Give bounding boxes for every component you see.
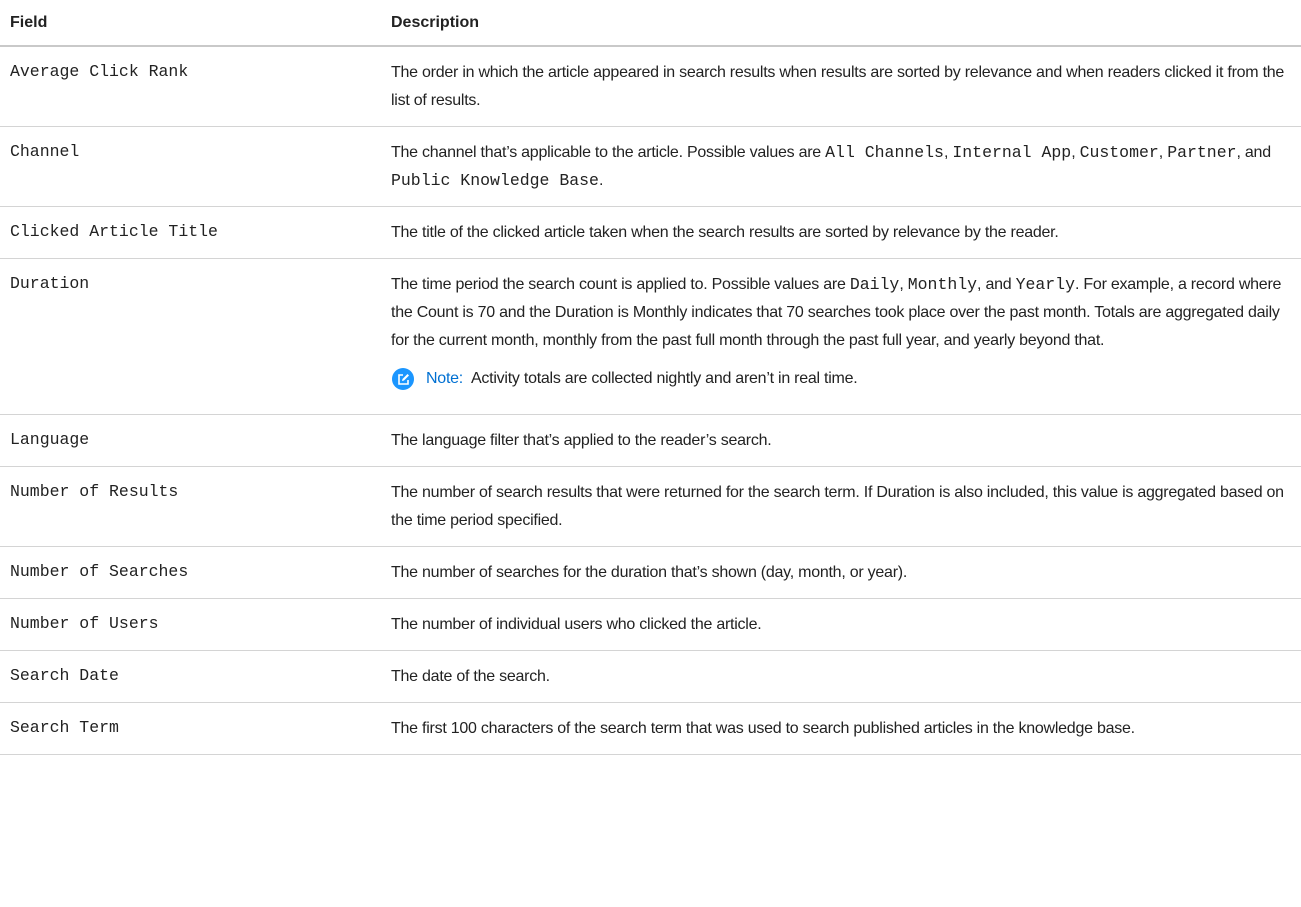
text-segment: , (899, 276, 908, 293)
edit-note-icon (392, 368, 414, 390)
note-label: Note: (426, 370, 463, 387)
code-value: Yearly (1015, 275, 1075, 294)
text-segment: The number of individual users who click… (391, 616, 762, 633)
text-segment: The language filter that’s applied to th… (391, 432, 772, 449)
description-text: The channel that’s applicable to the art… (391, 139, 1293, 195)
field-name-cell: Language (0, 414, 383, 467)
text-segment: The first 100 characters of the search t… (391, 720, 1135, 737)
field-name-cell: Search Date (0, 650, 383, 703)
table-row: Channel The channel that’s applicable to … (0, 126, 1301, 207)
text-segment: The time period the search count is appl… (391, 276, 850, 293)
text-segment: , and (1236, 144, 1272, 161)
field-name-cell: Search Term (0, 702, 383, 755)
text-segment: , (1158, 144, 1168, 161)
table-row: Duration The time period the search count… (0, 258, 1301, 415)
table-row: Search Term The first 100 characters of t… (0, 702, 1301, 755)
description-text: The language filter that’s applied to th… (391, 427, 1293, 455)
field-name-cell: Number of Searches (0, 546, 383, 599)
table-header-row: Field Description (0, 0, 1301, 47)
text-segment: , (1071, 144, 1080, 161)
text-segment: The number of search results that were r… (391, 484, 1284, 529)
table-row: Clicked Article Title The title of the cl… (0, 206, 1301, 259)
field-description-cell: The date of the search. (383, 650, 1301, 703)
description-text: The order in which the article appeared … (391, 59, 1293, 115)
code-value: Partner (1167, 143, 1237, 162)
text-segment: The number of searches for the duration … (391, 564, 908, 581)
field-column-header: Field (0, 0, 383, 47)
text-segment: , and (977, 276, 1016, 293)
field-description-cell: The order in which the article appeared … (383, 46, 1301, 127)
code-value: Public Knowledge Base (391, 171, 599, 190)
table-row: Search Date The date of the search. (0, 650, 1301, 703)
note-text: Activity totals are collected nightly an… (471, 370, 858, 387)
description-text: The date of the search. (391, 663, 1293, 691)
description-text: The number of searches for the duration … (391, 559, 1293, 587)
description-text: The number of search results that were r… (391, 479, 1293, 535)
text-segment: The order in which the article appeared … (391, 64, 1285, 109)
text-segment: . (598, 172, 604, 189)
table-row: Number of Results The number of search re… (0, 466, 1301, 547)
table-row: Number of Searches The number of searches… (0, 546, 1301, 599)
table-row: Number of Users The number of individual … (0, 598, 1301, 651)
field-description-cell: The time period the search count is appl… (383, 258, 1301, 415)
table-row: Language The language filter that’s appli… (0, 414, 1301, 467)
description-text: The time period the search count is appl… (391, 271, 1293, 355)
description-column-header: Description (383, 0, 1301, 47)
text-segment: The title of the clicked article taken w… (391, 224, 1059, 241)
field-description-cell: The language filter that’s applied to th… (383, 414, 1301, 467)
text-segment: The date of the search. (391, 668, 550, 685)
code-value: Internal App (952, 143, 1072, 162)
field-description-cell: The title of the clicked article taken w… (383, 206, 1301, 259)
field-description-cell: The number of individual users who click… (383, 598, 1301, 651)
text-segment: The channel that’s applicable to the art… (391, 144, 826, 161)
description-text: The first 100 characters of the search t… (391, 715, 1293, 743)
field-description-cell: The number of search results that were r… (383, 466, 1301, 547)
field-name-cell: Average Click Rank (0, 46, 383, 127)
field-name-cell: Channel (0, 126, 383, 207)
code-value: Daily (849, 275, 900, 294)
code-value: Monthly (907, 275, 978, 294)
field-name-cell: Clicked Article Title (0, 206, 383, 259)
field-name-cell: Number of Users (0, 598, 383, 651)
code-value: Customer (1079, 143, 1159, 162)
field-name-cell: Duration (0, 258, 383, 415)
field-description-table: Field Description Average Click Rank The … (0, 0, 1301, 755)
field-description-cell: The first 100 characters of the search t… (383, 702, 1301, 755)
field-description-cell: The number of searches for the duration … (383, 546, 1301, 599)
code-value: All Channels (825, 143, 944, 162)
description-text: The title of the clicked article taken w… (391, 219, 1293, 247)
table-body: Average Click Rank The order in which the… (0, 46, 1301, 755)
field-name-cell: Number of Results (0, 466, 383, 547)
note-callout: Note: Activity totals are collected night… (391, 365, 1293, 393)
table-row: Average Click Rank The order in which the… (0, 46, 1301, 127)
description-text: The number of individual users who click… (391, 611, 1293, 639)
field-description-cell: The channel that’s applicable to the art… (383, 126, 1301, 207)
